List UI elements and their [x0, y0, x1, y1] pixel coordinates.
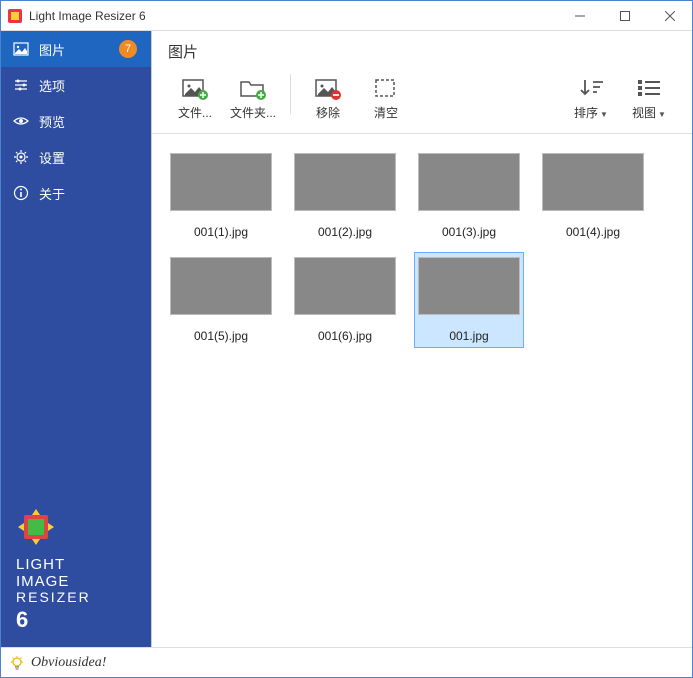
- thumbnail-item[interactable]: 001(4).jpg: [538, 148, 648, 244]
- brand-logo-icon: [16, 507, 56, 547]
- thumbnail-image: [418, 257, 520, 315]
- clear-icon: [372, 76, 400, 100]
- thumbnail-image: [170, 257, 272, 315]
- thumbnail-image: [294, 257, 396, 315]
- sort-icon: [577, 76, 605, 100]
- add-file-icon: [181, 76, 209, 100]
- app-window: Light Image Resizer 6 图片 7: [0, 0, 693, 678]
- titlebar: Light Image Resizer 6: [1, 1, 692, 31]
- brand-block: LIGHT IMAGE RESIZER 6: [1, 507, 151, 647]
- thumbnail-image: [542, 153, 644, 211]
- toolbar: 文件... 文件夹... 移除: [152, 68, 692, 134]
- main-panel: 图片 文件... 文件夹...: [151, 31, 692, 647]
- thumbnail-image: [294, 153, 396, 211]
- thumbnail-image: [418, 153, 520, 211]
- brand-text: LIGHT IMAGE RESIZER 6: [16, 557, 151, 632]
- add-file-button[interactable]: 文件...: [168, 72, 222, 125]
- view-icon: [635, 76, 663, 100]
- close-button[interactable]: [647, 1, 692, 31]
- sidebar-item-label: 选项: [39, 76, 65, 95]
- sidebar-item-options[interactable]: 选项: [1, 67, 151, 103]
- toolbar-separator: [290, 74, 291, 114]
- thumbnail-caption: 001(3).jpg: [442, 225, 496, 239]
- view-button[interactable]: 视图▼: [622, 72, 676, 125]
- sidebar-item-label: 预览: [39, 112, 65, 131]
- sort-button[interactable]: 排序▼: [564, 72, 618, 125]
- thumbnail-caption: 001(2).jpg: [318, 225, 372, 239]
- lightbulb-icon: [9, 655, 25, 671]
- sidebar: 图片 7 选项 预览 设置: [1, 31, 151, 647]
- sidebar-item-images[interactable]: 图片 7: [1, 31, 151, 67]
- count-badge: 7: [119, 40, 137, 58]
- sidebar-item-label: 设置: [39, 148, 65, 167]
- thumbnail-grid: 001(1).jpg 001(2).jpg 001(3).jpg 001(4).jpg…: [152, 134, 692, 647]
- add-folder-button[interactable]: 文件夹...: [226, 72, 280, 125]
- thumbnail-caption: 001(1).jpg: [194, 225, 248, 239]
- thumbnail-item[interactable]: 001(3).jpg: [414, 148, 524, 244]
- eye-icon: [13, 113, 29, 129]
- thumbnail-caption: 001(6).jpg: [318, 329, 372, 343]
- sidebar-item-label: 图片: [39, 40, 65, 59]
- thumbnail-image: [170, 153, 272, 211]
- sidebar-item-about[interactable]: 关于: [1, 175, 151, 211]
- remove-icon: [314, 76, 342, 100]
- sidebar-item-preview[interactable]: 预览: [1, 103, 151, 139]
- thumbnail-caption: 001(4).jpg: [566, 225, 620, 239]
- thumbnail-caption: 001.jpg: [449, 329, 488, 343]
- info-icon: [13, 185, 29, 201]
- sliders-icon: [13, 77, 29, 93]
- thumbnail-item[interactable]: 001(2).jpg: [290, 148, 400, 244]
- sidebar-item-settings[interactable]: 设置: [1, 139, 151, 175]
- app-icon: [7, 8, 23, 24]
- window-title: Light Image Resizer 6: [29, 9, 146, 23]
- maximize-button[interactable]: [602, 1, 647, 31]
- thumbnail-item[interactable]: 001(5).jpg: [166, 252, 276, 348]
- footer-brand: Obviousidea!: [31, 655, 106, 671]
- remove-button[interactable]: 移除: [301, 72, 355, 125]
- chevron-down-icon: ▼: [600, 110, 608, 119]
- thumbnail-item[interactable]: 001(6).jpg: [290, 252, 400, 348]
- thumbnail-caption: 001(5).jpg: [194, 329, 248, 343]
- gear-icon: [13, 149, 29, 165]
- minimize-button[interactable]: [557, 1, 602, 31]
- sidebar-item-label: 关于: [39, 184, 65, 203]
- page-title: 图片: [152, 31, 692, 68]
- image-icon: [13, 41, 29, 57]
- footer: Obviousidea!: [1, 647, 692, 677]
- thumbnail-item[interactable]: 001.jpg: [414, 252, 524, 348]
- chevron-down-icon: ▼: [658, 110, 666, 119]
- thumbnail-item[interactable]: 001(1).jpg: [166, 148, 276, 244]
- add-folder-icon: [239, 76, 267, 100]
- clear-button[interactable]: 清空: [359, 72, 413, 125]
